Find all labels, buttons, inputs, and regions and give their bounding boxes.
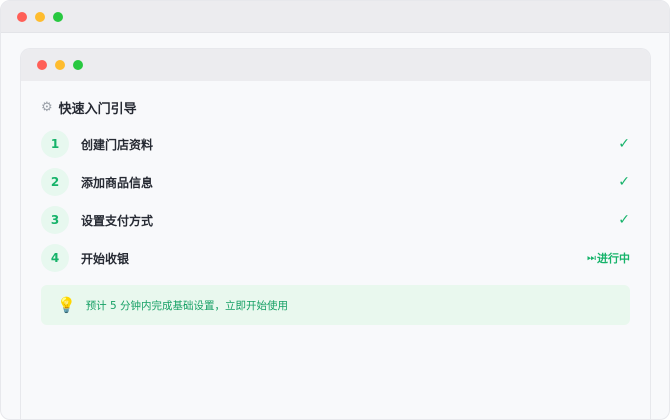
tip-banner: 💡 预计 5 分钟内完成基础设置，立即开始使用 <box>41 285 630 325</box>
lightbulb-icon: 💡 <box>57 295 76 314</box>
step-number-badge: 2 <box>41 168 69 196</box>
step-number-badge: 4 <box>41 244 69 272</box>
guide-header: ⚙ 快速入门引导 <box>41 95 630 119</box>
check-icon: ✓ <box>618 212 630 228</box>
check-icon: ✓ <box>618 174 630 190</box>
step-status: ✓ <box>618 163 630 201</box>
in-progress-label: 进行中 <box>597 252 630 265</box>
guide-title: 快速入门引导 <box>58 101 137 117</box>
check-icon: ✓ <box>618 136 630 152</box>
guide-panel: ⚙ 快速入门引导 1 创建门店资料 ✓ 2 添加商品信息 ✓ 3 设置支付方式 … <box>21 81 650 325</box>
inner-close-button[interactable] <box>37 60 47 70</box>
step-item-2[interactable]: 2 添加商品信息 ✓ <box>41 163 630 201</box>
step-status: ✓ <box>618 125 630 163</box>
skip-forward-icon: ⏭ <box>587 252 596 264</box>
step-number-badge: 1 <box>41 130 69 158</box>
step-label: 设置支付方式 <box>81 213 154 228</box>
window-titlebar <box>1 1 669 33</box>
inner-window: ⚙ 快速入门引导 1 创建门店资料 ✓ 2 添加商品信息 ✓ 3 设置支付方式 … <box>20 48 651 419</box>
close-window-button[interactable] <box>17 11 27 22</box>
gear-icon: ⚙ <box>41 99 53 115</box>
step-list: 1 创建门店资料 ✓ 2 添加商品信息 ✓ 3 设置支付方式 ✓ 4 开始收银 … <box>41 125 630 277</box>
step-status: ✓ <box>618 201 630 239</box>
tip-text: 预计 5 分钟内完成基础设置，立即开始使用 <box>85 299 289 312</box>
step-label: 添加商品信息 <box>81 175 154 190</box>
step-item-1[interactable]: 1 创建门店资料 ✓ <box>41 125 630 163</box>
inner-minimize-button[interactable] <box>55 60 65 70</box>
inner-maximize-button[interactable] <box>73 60 83 70</box>
step-number-badge: 3 <box>41 206 69 234</box>
inner-window-titlebar <box>21 49 650 81</box>
step-status: ⏭ 进行中 <box>587 239 630 277</box>
step-item-4[interactable]: 4 开始收银 ⏭ 进行中 <box>41 239 630 277</box>
maximize-window-button[interactable] <box>53 11 63 22</box>
minimize-window-button[interactable] <box>35 11 45 22</box>
outer-window: ⚙ 快速入门引导 1 创建门店资料 ✓ 2 添加商品信息 ✓ 3 设置支付方式 … <box>0 0 670 420</box>
step-label: 开始收银 <box>81 251 130 266</box>
step-label: 创建门店资料 <box>81 137 154 152</box>
step-item-3[interactable]: 3 设置支付方式 ✓ <box>41 201 630 239</box>
